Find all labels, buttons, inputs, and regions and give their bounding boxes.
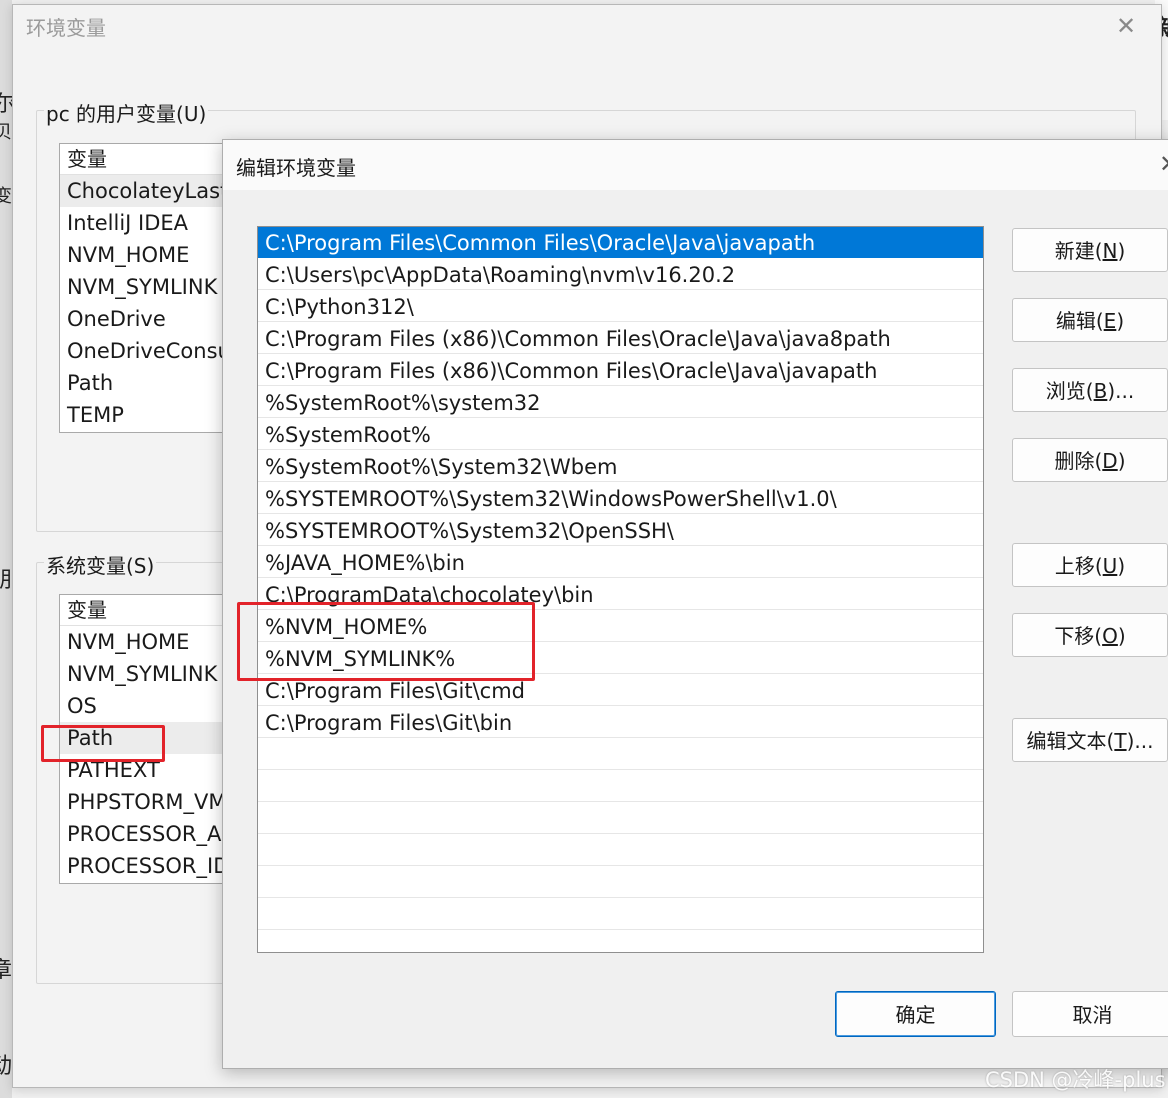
browse-button[interactable]: 浏览(B)... [1012,368,1168,412]
delete-button[interactable]: 删除(D) [1012,438,1168,482]
dialog-title: 环境变量 [26,16,106,40]
list-item[interactable]: OneDrive [60,303,225,335]
move-up-button[interactable]: 上移(U) [1012,543,1168,587]
list-item[interactable]: OneDriveConsu [60,335,225,367]
close-icon[interactable]: ✕ [1159,150,1168,178]
move-down-button[interactable]: 下移(O) [1012,613,1168,657]
path-row[interactable]: %SYSTEMROOT%\System32\OpenSSH\ [258,515,983,546]
list-item[interactable]: Path [60,367,225,399]
column-header-variable[interactable]: 变量 [60,595,225,626]
user-variables-list[interactable]: 变量 ChocolateyLast IntelliJ IDEA NVM_HOME… [59,143,226,433]
watermark: CSDN @冷峰-plus [985,1068,1166,1092]
nvm-paths-highlight-box [237,602,535,681]
list-item[interactable]: PROCESSOR_ID [60,850,225,882]
list-item[interactable]: ChocolateyLast [60,175,225,207]
dialog-titlebar [223,140,1168,190]
list-item[interactable]: PROCESSOR_AF [60,818,225,850]
cancel-button[interactable]: 取消 [1012,991,1168,1037]
background-text: 朋 [0,568,13,593]
path-row-empty[interactable] [258,867,983,898]
path-row[interactable]: %SystemRoot% [258,419,983,450]
path-row-empty[interactable] [258,803,983,834]
background-window-edge [0,0,12,1098]
list-item[interactable]: NVM_SYMLINK [60,658,225,690]
list-item[interactable]: OS [60,690,225,722]
list-item[interactable]: TEMP [60,399,225,431]
path-row-selected[interactable]: C:\Program Files\Common Files\Oracle\Jav… [258,227,983,258]
path-row-empty[interactable] [258,899,983,930]
path-list[interactable]: C:\Program Files\Common Files\Oracle\Jav… [257,226,984,953]
edit-button[interactable]: 编辑(E) [1012,298,1168,342]
dialog-title: 编辑环境变量 [236,156,356,180]
path-row[interactable]: %JAVA_HOME%\bin [258,547,983,578]
user-variables-label: pc 的用户变量(U) [44,98,209,127]
ok-button[interactable]: 确定 [835,991,996,1037]
path-row-empty[interactable] [258,739,983,770]
list-item[interactable]: IntelliJ IDEA [60,207,225,239]
list-item[interactable]: NVM_HOME [60,239,225,271]
close-icon[interactable]: ✕ [1116,12,1136,40]
path-row[interactable]: C:\Program Files\Git\bin [258,707,983,738]
path-row-empty[interactable] [258,835,983,866]
path-row[interactable]: C:\Python312\ [258,291,983,322]
column-header-variable[interactable]: 变量 [60,144,225,175]
path-row[interactable]: %SystemRoot%\System32\Wbem [258,451,983,482]
path-row[interactable]: %SYSTEMROOT%\System32\WindowsPowerShell\… [258,483,983,514]
list-item[interactable]: NVM_SYMLINK [60,271,225,303]
background-text: 贝 [0,122,12,143]
background-text: 变 [0,186,12,207]
path-row[interactable]: C:\Program Files (x86)\Common Files\Orac… [258,323,983,354]
background-text: 章 [0,958,13,983]
path-highlight-box [41,725,165,762]
path-row-empty[interactable] [258,771,983,802]
path-row[interactable]: %SystemRoot%\system32 [258,387,983,418]
system-variables-label: 系统变量(S) [44,550,157,579]
background-text: 动 [0,1054,13,1079]
edit-text-button[interactable]: 编辑文本(T)... [1012,718,1168,762]
list-item[interactable]: PHPSTORM_VM [60,786,225,818]
new-button[interactable]: 新建(N) [1012,228,1168,272]
list-item[interactable]: NVM_HOME [60,626,225,658]
path-row[interactable]: C:\Program Files (x86)\Common Files\Orac… [258,355,983,386]
path-row[interactable]: C:\Users\pc\AppData\Roaming\nvm\v16.20.2 [258,259,983,290]
